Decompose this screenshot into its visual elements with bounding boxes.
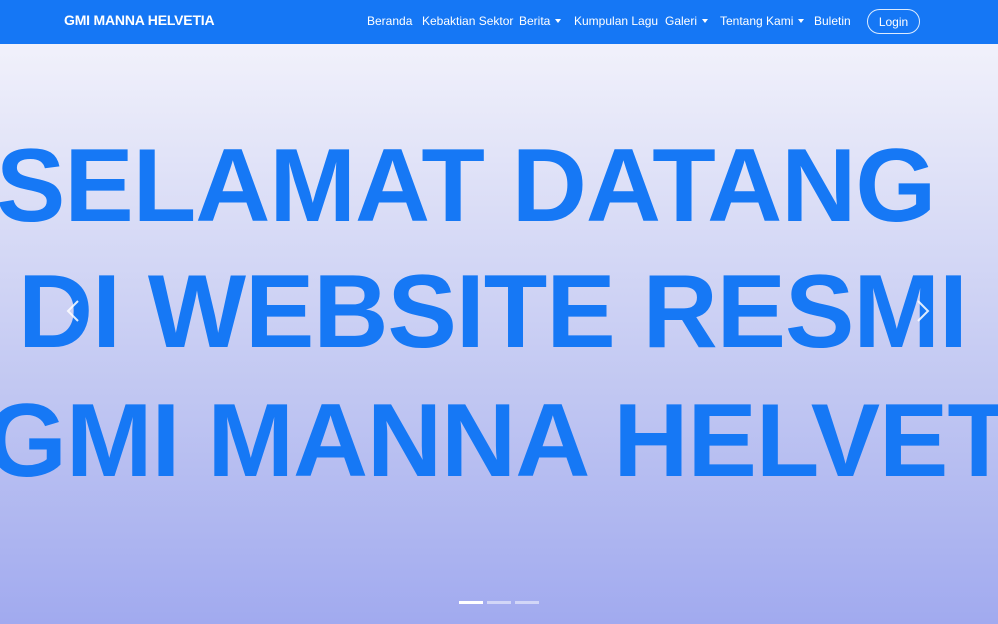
hero-heading-line-2: DI WEBSITE RESMI (18, 254, 968, 370)
hero-carousel: SELAMAT DATANG DI WEBSITE RESMI GMI MANN… (0, 44, 998, 624)
hero-heading-line-3: GMI MANNA HELVETIA (0, 383, 998, 499)
caret-down-icon (702, 18, 709, 23)
carousel-next-button[interactable] (916, 299, 930, 323)
nav-item-galeri[interactable]: Galeri (665, 14, 709, 28)
carousel-indicator-2[interactable] (487, 601, 511, 604)
nav-item-kebaktian-sektor[interactable]: Kebaktian Sektor (422, 14, 513, 28)
carousel-prev-button[interactable] (66, 299, 80, 323)
chevron-right-icon (917, 300, 930, 322)
nav-item-label: Beranda (367, 14, 413, 28)
hero-heading-line-1: SELAMAT DATANG (0, 128, 936, 244)
nav-item-label: Galeri (665, 14, 698, 28)
carousel-indicator-1[interactable] (459, 601, 483, 604)
nav-item-kumpulan-lagu[interactable]: Kumpulan Lagu (574, 14, 658, 28)
chevron-left-icon (66, 300, 79, 322)
brand-logo-text[interactable]: GMI MANNA HELVETIA (64, 12, 215, 28)
nav-item-berita[interactable]: Berita (519, 14, 562, 28)
nav-item-beranda[interactable]: Beranda (367, 14, 412, 28)
nav-item-label: Buletin (814, 14, 851, 28)
nav-item-label: Berita (519, 14, 551, 28)
nav-item-label: Kebaktian Sektor (422, 14, 514, 28)
nav-item-buletin[interactable]: Buletin (814, 14, 851, 28)
nav-item-tentang-kami[interactable]: Tentang Kami (720, 14, 805, 28)
nav-item-label: Kumpulan Lagu (574, 14, 659, 28)
carousel-indicator-3[interactable] (515, 601, 539, 604)
top-navbar: GMI MANNA HELVETIA Beranda Kebaktian Sek… (0, 0, 998, 44)
caret-down-icon (798, 18, 805, 23)
caret-down-icon (555, 18, 562, 23)
nav-item-label: Tentang Kami (720, 14, 794, 28)
login-button[interactable]: Login (867, 9, 920, 34)
